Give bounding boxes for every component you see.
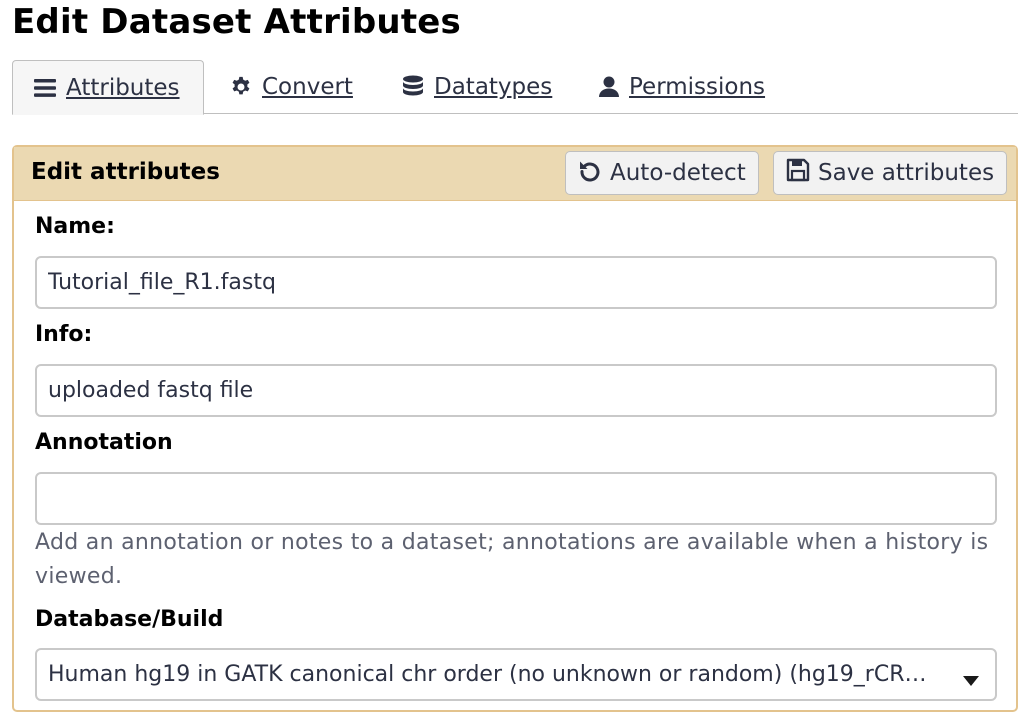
gear-icon bbox=[230, 76, 252, 98]
tab-datatypes[interactable]: Datatypes bbox=[402, 60, 552, 114]
tab-convert-label: Convert bbox=[262, 74, 353, 100]
auto-detect-button[interactable]: Auto-detect bbox=[565, 151, 759, 195]
auto-detect-label: Auto-detect bbox=[610, 160, 746, 186]
info-field[interactable] bbox=[35, 364, 997, 417]
user-icon bbox=[599, 76, 619, 98]
annotation-label: Annotation bbox=[35, 430, 173, 455]
name-field[interactable] bbox=[35, 256, 997, 309]
database-build-label: Database/Build bbox=[35, 607, 224, 632]
database-build-select[interactable]: Human hg19 in GATK canonical chr order (… bbox=[35, 648, 997, 701]
tab-convert[interactable]: Convert bbox=[230, 60, 353, 114]
tab-datatypes-label: Datatypes bbox=[434, 74, 553, 100]
panel-title: Edit attributes bbox=[31, 159, 220, 185]
page-title: Edit Dataset Attributes bbox=[12, 2, 461, 42]
tab-attributes[interactable]: Attributes bbox=[12, 60, 204, 115]
caret-down-icon bbox=[963, 671, 979, 690]
save-attributes-label: Save attributes bbox=[818, 160, 995, 186]
info-label: Info: bbox=[35, 322, 93, 347]
panel-header: Edit attributes Auto-detect Save attribu… bbox=[14, 147, 1016, 201]
name-label: Name: bbox=[35, 214, 115, 239]
tab-permissions-label: Permissions bbox=[629, 74, 766, 100]
tab-permissions[interactable]: Permissions bbox=[599, 60, 765, 114]
edit-dataset-page: Edit Dataset Attributes Attributes Conve… bbox=[0, 0, 1030, 724]
database-icon bbox=[402, 75, 424, 99]
tab-attributes-label: Attributes bbox=[66, 74, 180, 101]
edit-attributes-panel: Edit attributes Auto-detect Save attribu… bbox=[12, 145, 1018, 712]
annotation-help-text: Add an annotation or notes to a dataset;… bbox=[35, 530, 989, 589]
floppy-disk-icon bbox=[786, 158, 810, 188]
bars-icon bbox=[34, 78, 56, 98]
save-attributes-button[interactable]: Save attributes bbox=[773, 151, 1008, 195]
annotation-field[interactable] bbox=[35, 472, 997, 525]
tab-bar: Attributes Convert Datatypes Permissions bbox=[12, 60, 1018, 115]
database-build-value: Human hg19 in GATK canonical chr order (… bbox=[48, 662, 928, 687]
undo-icon bbox=[578, 158, 602, 188]
